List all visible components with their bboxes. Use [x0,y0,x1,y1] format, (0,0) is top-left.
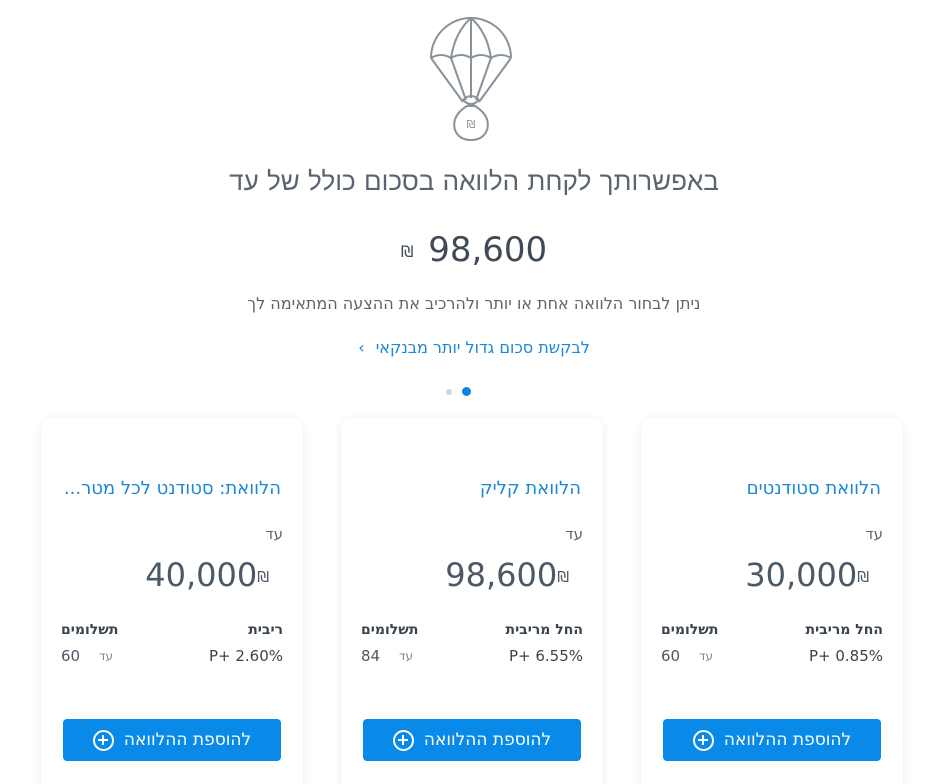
add-loan-label: להוספת ההלוואה [123,730,252,750]
parachute-money-bag-icon: ₪ [430,17,512,142]
add-loan-label: להוספת ההלוואה [423,730,552,750]
payments-label: תשלומים [661,622,719,638]
plus-circle-icon [392,729,414,751]
carousel-dot-2[interactable] [446,388,452,395]
payments-up-to-label: עד [399,649,414,663]
loan-amount: 40,000₪ [145,556,283,594]
amount-up-to-label: עד [265,525,283,543]
rate-label: החל מריבית [505,622,584,638]
total-amount-value: 98,600 [428,230,548,270]
svg-text:₪: ₪ [467,118,476,131]
loan-amount-value: 98,600 [445,556,558,594]
plus-circle-icon [692,729,714,751]
loan-card-title[interactable]: הלוואת: סטודנט לכל מטר... [59,478,281,499]
plus-circle-icon [92,729,114,751]
shekel-sign: ₪ [857,568,869,586]
request-larger-amount-link[interactable]: לבקשת סכום גדול יותר מבנקאי › [0,338,948,357]
loan-amount: 98,600₪ [445,556,583,594]
carousel-dots [446,387,471,396]
payments-value: 60 [61,647,81,665]
payments-up-to-label: עד [99,649,114,663]
shekel-sign: ₪ [557,568,569,586]
loan-card-student-per-meter: הלוואת: סטודנט לכל מטר... עד 40,000₪ ריב… [41,418,303,784]
request-larger-amount-label: לבקשת סכום גדול יותר מבנקאי [375,338,590,357]
offer-subtext: ניתן לבחור הלוואה אחת או יותר ולהרכיב את… [247,294,701,313]
rate-label: ריבית [248,622,283,638]
loan-card-students: הלוואת סטודנטים עד 30,000₪ החל מריבית P+… [641,418,903,784]
rate-value: P+ 2.60% [208,647,283,665]
rate-value: P+ 6.55% [508,647,583,665]
rate-label: החל מריבית [805,622,884,638]
payments-up-to-label: עד [699,649,714,663]
total-amount: 98,600 ₪ [0,230,948,270]
loan-card-click: הלוואת קליק עד 98,600₪ החל מריבית P+ 6.5… [341,418,603,784]
loan-card-title[interactable]: הלוואת סטודנטים [659,478,881,499]
payments-value: 60 [661,647,681,665]
loan-amount: 30,000₪ [745,556,883,594]
shekel-sign: ₪ [400,242,414,261]
payments-label: תשלומים [361,622,419,638]
loan-card-title[interactable]: הלוואת קליק [359,478,581,499]
chevron-left-icon: › [358,338,365,357]
add-loan-label: להוספת ההלוואה [723,730,852,750]
loan-offers-page: ₪ באפשרותך לקחת הלוואה בסכום כולל של עד … [0,0,948,784]
payments-value: 84 [361,647,381,665]
amount-up-to-label: עד [865,525,883,543]
add-loan-button[interactable]: להוספת ההלוואה [63,719,281,761]
loan-amount-value: 40,000 [145,556,258,594]
shekel-sign: ₪ [257,568,269,586]
amount-up-to-label: עד [565,525,583,543]
offer-headline: באפשרותך לקחת הלוואה בסכום כולל של עד [229,167,719,197]
loan-amount-value: 30,000 [745,556,858,594]
add-loan-button[interactable]: להוספת ההלוואה [363,719,581,761]
rate-value: P+ 0.85% [808,647,883,665]
add-loan-button[interactable]: להוספת ההלוואה [663,719,881,761]
payments-label: תשלומים [61,622,119,638]
carousel-dot-1[interactable] [462,387,471,396]
